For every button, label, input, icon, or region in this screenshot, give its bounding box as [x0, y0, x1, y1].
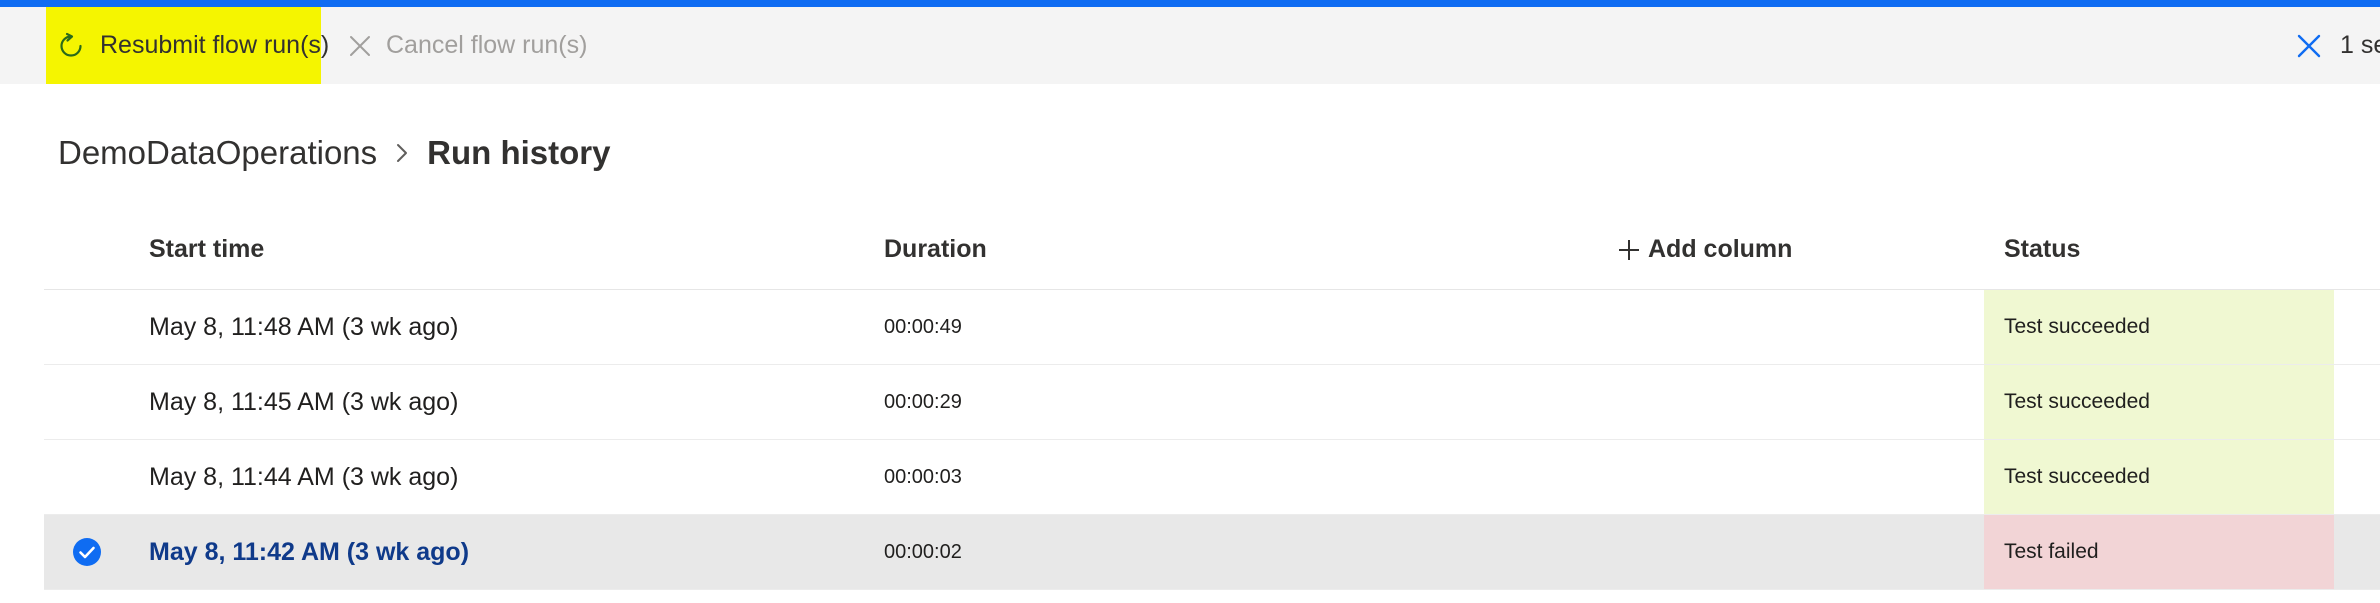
close-icon — [2296, 33, 2322, 59]
row-select-checkbox[interactable] — [72, 365, 102, 439]
chevron-right-icon — [393, 142, 411, 164]
close-icon — [348, 34, 372, 58]
start-time-link[interactable]: May 8, 11:44 AM (3 wk ago) — [149, 440, 458, 514]
page-title: Run history — [427, 134, 611, 171]
column-header-status[interactable]: Status — [2004, 210, 2080, 289]
status-badge: Test failed — [1984, 515, 2334, 589]
status-badge: Test succeeded — [1984, 365, 2334, 439]
run-history-table: Start time Duration Add column Status Ma… — [44, 210, 2380, 590]
cancel-label: Cancel flow run(s) — [386, 31, 588, 59]
table-row[interactable]: May 8, 11:48 AM (3 wk ago) 00:00:49 Test… — [44, 290, 2380, 365]
breadcrumb: DemoDataOperations Run history — [58, 128, 611, 178]
table-row[interactable]: May 8, 11:45 AM (3 wk ago) 00:00:29 Test… — [44, 365, 2380, 440]
add-column-label: Add column — [1648, 235, 1793, 263]
status-badge: Test succeeded — [1984, 290, 2334, 364]
duration-cell: 00:00:29 — [884, 390, 962, 413]
row-select-checkbox[interactable] — [72, 290, 102, 364]
resubmit-button[interactable]: Resubmit flow run(s) — [46, 7, 329, 84]
start-time-link[interactable]: May 8, 11:45 AM (3 wk ago) — [149, 365, 458, 439]
plus-icon — [1618, 239, 1640, 261]
row-select-checkbox[interactable] — [72, 440, 102, 514]
resubmit-label: Resubmit flow run(s) — [100, 31, 330, 59]
duration-cell: 00:00:03 — [884, 465, 962, 488]
column-header-duration[interactable]: Duration — [884, 210, 987, 289]
duration-cell: 00:00:02 — [884, 540, 962, 563]
table-row[interactable]: May 8, 11:44 AM (3 wk ago) 00:00:03 Test… — [44, 440, 2380, 515]
row-select-checkbox[interactable] — [72, 515, 102, 589]
table-header: Start time Duration Add column Status — [44, 210, 2380, 290]
cancel-button[interactable]: Cancel flow run(s) — [348, 7, 587, 84]
duration-cell: 00:00:49 — [884, 315, 962, 338]
refresh-icon — [56, 31, 86, 61]
selection-count-label: 1 se — [2340, 31, 2380, 59]
table-row-selected[interactable]: May 8, 11:42 AM (3 wk ago) 00:00:02 Test… — [44, 515, 2380, 590]
top-accent-bar — [0, 0, 2380, 7]
checkmark-circle-icon — [72, 537, 102, 567]
breadcrumb-parent-link[interactable]: DemoDataOperations — [58, 134, 377, 172]
command-bar: Resubmit flow run(s) Cancel flow run(s) … — [0, 7, 2380, 84]
start-time-link[interactable]: May 8, 11:42 AM (3 wk ago) — [149, 515, 469, 589]
status-badge: Test succeeded — [1984, 440, 2334, 514]
clear-selection-button[interactable]: 1 se — [2296, 7, 2380, 84]
add-column-button[interactable]: Add column — [1618, 210, 1792, 289]
start-time-link[interactable]: May 8, 11:48 AM (3 wk ago) — [149, 290, 458, 364]
column-header-start-time[interactable]: Start time — [149, 210, 264, 289]
